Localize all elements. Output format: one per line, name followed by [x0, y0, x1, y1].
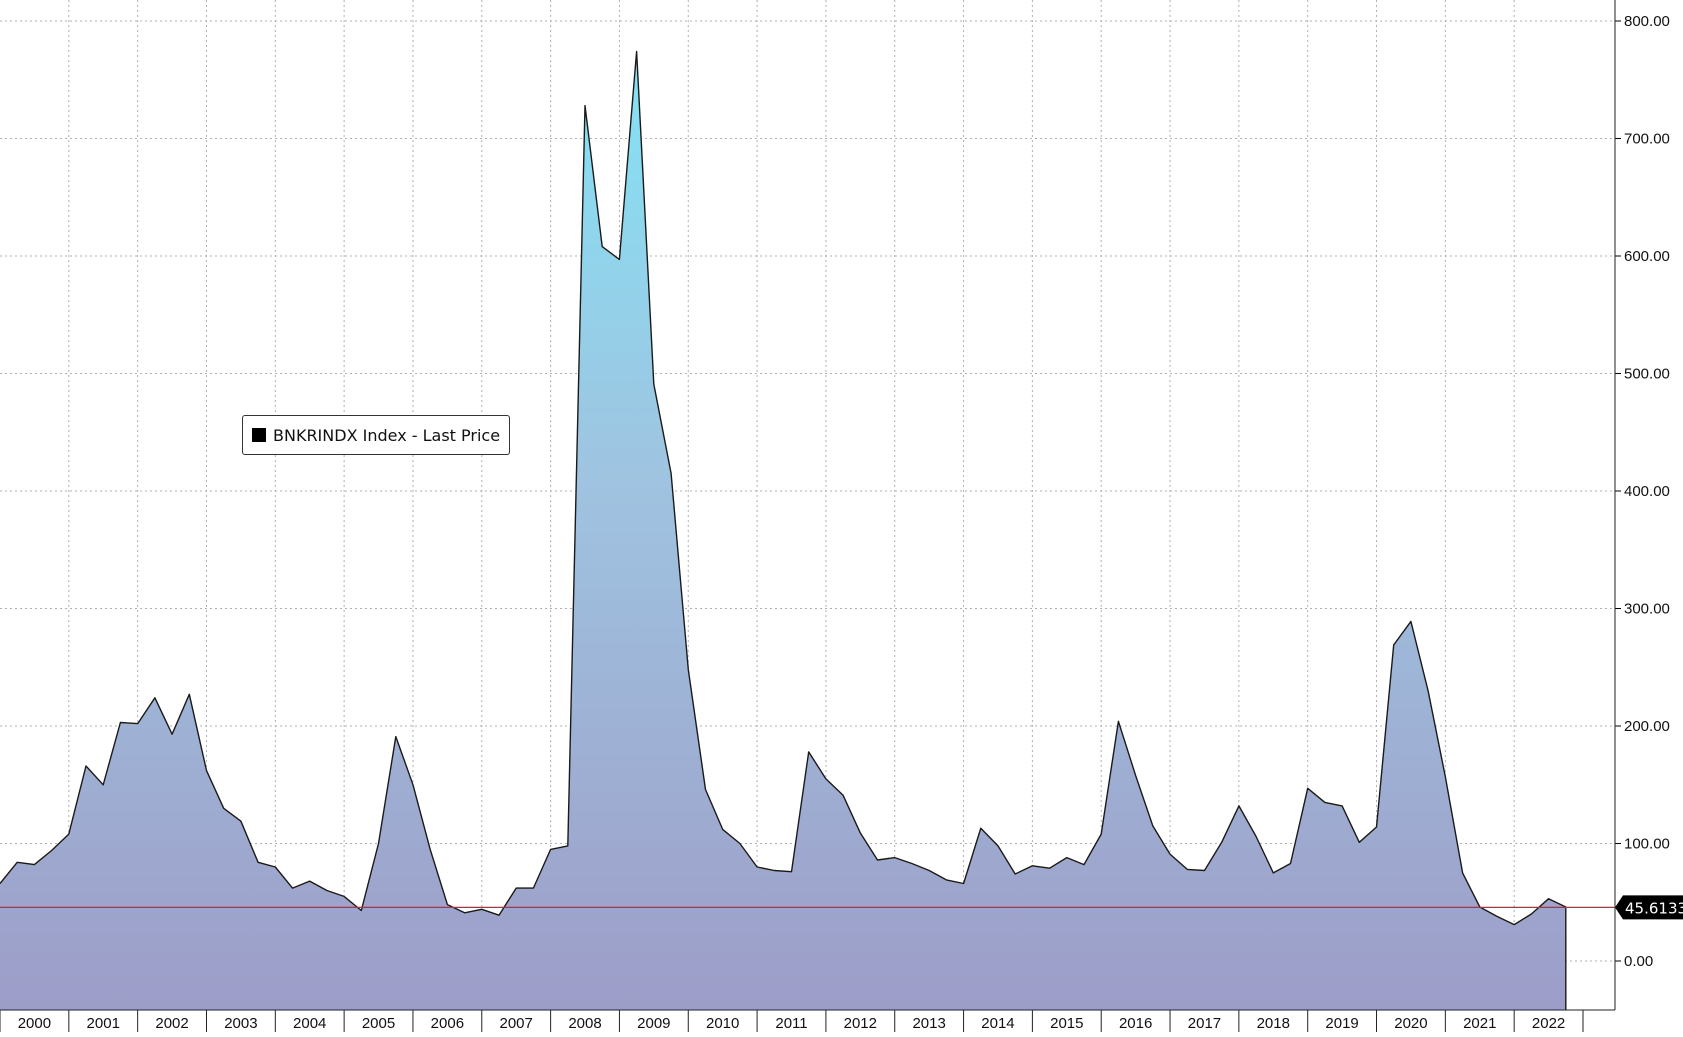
x-tick-label: 2007 — [500, 1015, 533, 1032]
y-tick-label: 0.00 — [1624, 953, 1653, 970]
x-tick-label: 2002 — [155, 1015, 188, 1032]
x-tick-label: 2000 — [18, 1015, 51, 1032]
y-tick-label: 500.00 — [1624, 366, 1670, 383]
x-tick-label: 2019 — [1325, 1015, 1358, 1032]
x-tick-label: 2003 — [224, 1015, 257, 1032]
y-tick-label: 600.00 — [1624, 248, 1670, 265]
y-tick-label: 200.00 — [1624, 718, 1670, 735]
series-area — [0, 50, 1567, 1010]
x-tick-label: 2017 — [1188, 1015, 1221, 1032]
x-tick-label: 2010 — [706, 1015, 739, 1032]
x-tick-label: 2009 — [637, 1015, 670, 1032]
x-tick-label: 2015 — [1050, 1015, 1083, 1032]
x-tick-label: 2011 — [775, 1015, 807, 1032]
y-tick-label: 800.00 — [1624, 13, 1670, 30]
x-tick-label: 2018 — [1257, 1015, 1290, 1032]
x-tick-label: 2016 — [1119, 1015, 1152, 1032]
x-tick-label: 2021 — [1463, 1015, 1496, 1032]
series-area-fill — [0, 51, 1566, 1010]
last-price-tag-label: 45.6133 — [1625, 899, 1683, 917]
x-tick-label: 2004 — [293, 1015, 326, 1032]
chart-area: 0.00 100.00 200.00 300.00 400.00 500.00 600.00… — [0, 0, 1683, 1032]
x-tick-label: 2006 — [431, 1015, 464, 1032]
x-tick-label: 2013 — [912, 1015, 945, 1032]
x-tick-label: 2012 — [844, 1015, 877, 1032]
y-tick-label: 300.00 — [1624, 601, 1670, 618]
x-tick-label: 2001 — [87, 1015, 120, 1032]
x-tick-label: 2022 — [1532, 1015, 1565, 1032]
y-tick-label: 700.00 — [1624, 131, 1670, 148]
legend-label: BNKRINDX Index - Last Price — [273, 425, 501, 445]
legend-swatch-icon — [252, 428, 266, 442]
x-tick-label: 2020 — [1394, 1015, 1427, 1032]
legend: BNKRINDX Index - Last Price — [242, 415, 511, 455]
area-chart: 0.00 100.00 200.00 300.00 400.00 500.00 600.00… — [0, 0, 1683, 1032]
x-tick-label: 2014 — [981, 1015, 1014, 1032]
x-tick-label: 2008 — [568, 1015, 601, 1032]
y-tick-label: 100.00 — [1624, 836, 1670, 853]
x-tick-label: 2005 — [362, 1015, 395, 1032]
y-tick-label: 400.00 — [1624, 483, 1670, 500]
